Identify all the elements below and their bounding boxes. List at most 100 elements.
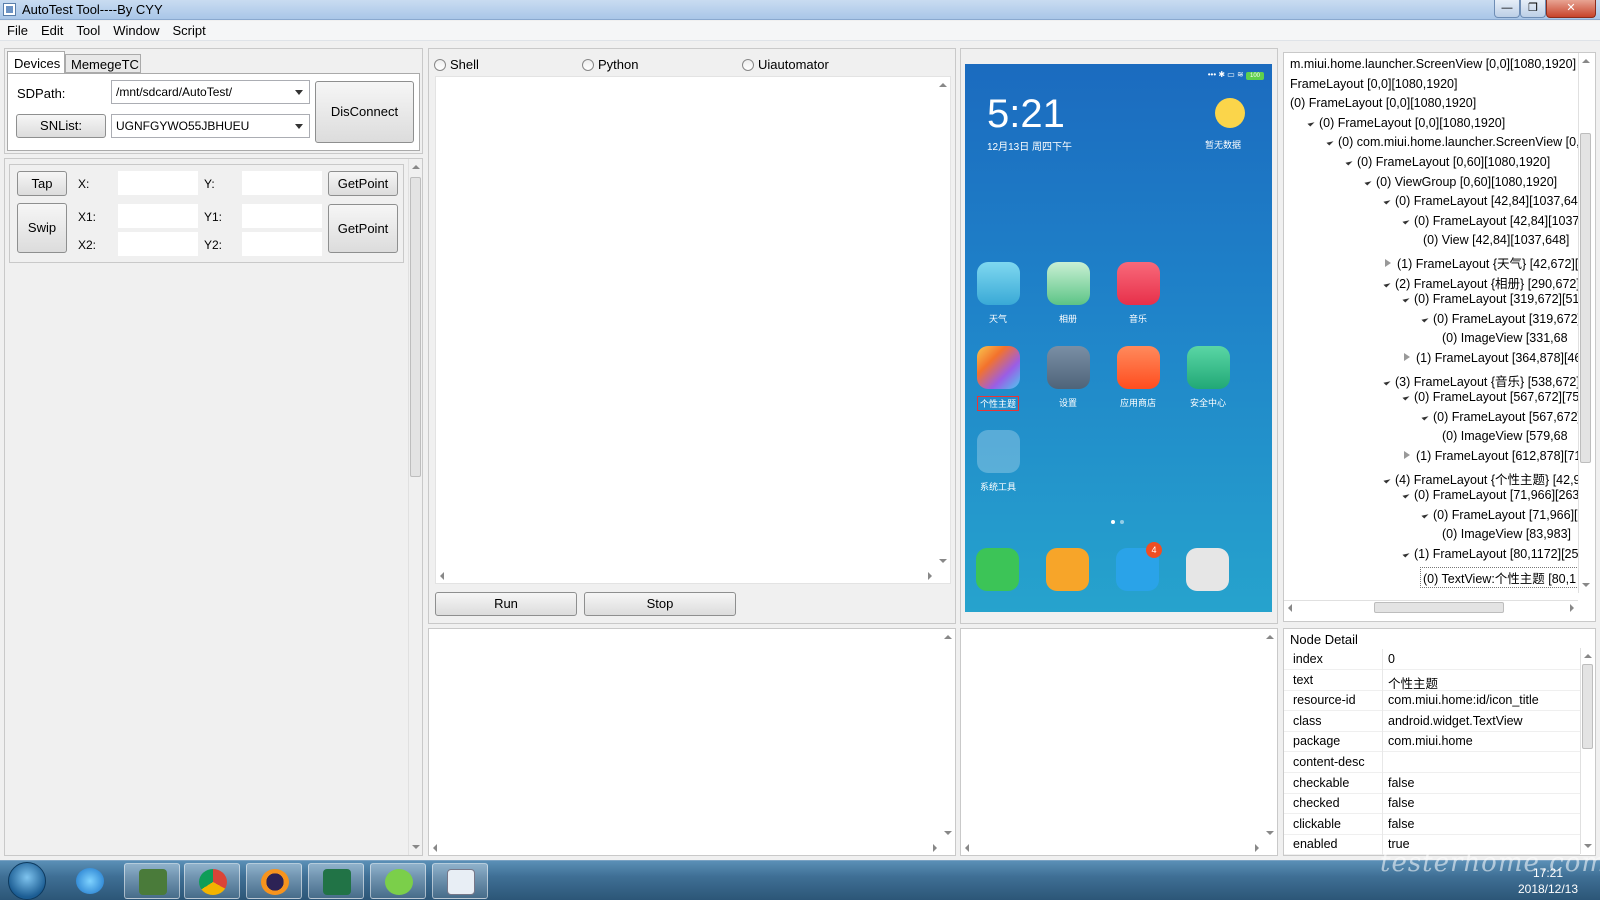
tree-node[interactable]: (0) FrameLayout [0,0][1080,1920]: [1307, 116, 1505, 130]
radio-circle-icon[interactable]: [434, 59, 446, 71]
tree-node[interactable]: (0) ViewGroup [0,60][1080,1920]: [1364, 175, 1557, 189]
scroll-up-icon[interactable]: [1584, 654, 1592, 658]
tree-hscroll[interactable]: [1284, 600, 1578, 614]
scroll-right-icon[interactable]: [933, 844, 937, 852]
scroll-thumb[interactable]: [1582, 664, 1593, 749]
secondary-hscroll[interactable]: [961, 841, 1263, 855]
y-field[interactable]: [242, 171, 322, 195]
tree-node[interactable]: (0) ImageView [83,983]: [1442, 527, 1571, 541]
run-button[interactable]: Run: [435, 592, 577, 616]
tree-node[interactable]: (3) FrameLayout {音乐} [538,672][: [1383, 371, 1583, 390]
start-button[interactable]: [8, 862, 46, 900]
close-button[interactable]: ✕: [1546, 0, 1596, 18]
detail-row[interactable]: checked false: [1284, 793, 1580, 815]
scroll-thumb[interactable]: [1580, 133, 1591, 463]
scroll-left-icon[interactable]: [965, 844, 969, 852]
app-settings[interactable]: 设置: [1037, 346, 1099, 409]
scroll-thumb[interactable]: [410, 177, 421, 477]
tree-node[interactable]: (0) FrameLayout [567,672][75: [1402, 390, 1579, 404]
scroll-up-icon[interactable]: [939, 83, 947, 87]
scroll-up-icon[interactable]: [412, 165, 420, 169]
tree-node[interactable]: (4) FrameLayout {个性主题} [42,96: [1383, 469, 1587, 488]
tree-node[interactable]: (0) FrameLayout [71,966][2: [1421, 508, 1584, 522]
menu-window[interactable]: Window: [106, 21, 165, 38]
detail-row[interactable]: resource-id com.miui.home:id/icon_title: [1284, 690, 1580, 712]
tree-node[interactable]: (0) FrameLayout [0,0][1080,1920]: [1290, 96, 1476, 110]
radio-python[interactable]: Python: [582, 57, 638, 72]
taskbar-internet-explorer[interactable]: [62, 863, 118, 899]
scroll-right-icon[interactable]: [1255, 844, 1259, 852]
expanded-triangle-icon[interactable]: [1402, 393, 1410, 401]
tree-node[interactable]: (0) FrameLayout [42,84][1037,: [1402, 214, 1583, 228]
expanded-triangle-icon[interactable]: [1402, 550, 1410, 558]
taskbar-autotest-tool[interactable]: [432, 863, 488, 899]
app-store[interactable]: 应用商店: [1107, 346, 1169, 409]
snlist-combo[interactable]: UGNFGYWO55JBHUEU: [111, 114, 310, 138]
log-vscroll[interactable]: [941, 629, 955, 841]
expanded-triangle-icon[interactable]: [1383, 476, 1391, 484]
ui-hierarchy-tree[interactable]: m.miui.home.launcher.ScreenView [0,0][10…: [1283, 52, 1596, 622]
expanded-triangle-icon[interactable]: [1345, 158, 1353, 166]
taskbar-eclipse[interactable]: [246, 863, 302, 899]
detail-row[interactable]: package com.miui.home: [1284, 731, 1580, 753]
collapsed-triangle-icon[interactable]: [1385, 259, 1391, 267]
x2-field[interactable]: [118, 232, 198, 256]
tab-devices[interactable]: Devices: [7, 51, 65, 73]
taskbar-wechat[interactable]: [370, 863, 426, 899]
taskbar-chrome[interactable]: [184, 863, 240, 899]
scroll-down-icon[interactable]: [412, 845, 420, 849]
getpoint-swip-button[interactable]: GetPoint: [328, 204, 398, 253]
tree-node[interactable]: (0) FrameLayout [319,672]: [1421, 312, 1581, 326]
expanded-triangle-icon[interactable]: [1364, 178, 1372, 186]
detail-row[interactable]: index 0: [1284, 649, 1580, 670]
app-system-tools[interactable]: 系统工具: [967, 430, 1029, 493]
tree-node[interactable]: (0) ImageView [579,68: [1442, 429, 1568, 443]
tab-memegetc[interactable]: MemegeTC: [65, 54, 141, 73]
stop-button[interactable]: Stop: [584, 592, 736, 616]
scroll-right-icon[interactable]: [928, 572, 932, 580]
detail-vscroll[interactable]: [1580, 648, 1594, 854]
minimize-button[interactable]: —: [1494, 0, 1520, 18]
expanded-triangle-icon[interactable]: [1421, 413, 1429, 421]
radio-uiautomator[interactable]: Uiautomator: [742, 57, 829, 72]
app-gallery[interactable]: 相册: [1037, 262, 1099, 325]
expanded-triangle-icon[interactable]: [1421, 315, 1429, 323]
scroll-down-icon[interactable]: [939, 559, 947, 563]
tree-node[interactable]: (0) FrameLayout [71,966][263,: [1402, 488, 1583, 502]
disconnect-button[interactable]: DisConnect: [315, 81, 414, 143]
tree-node[interactable]: FrameLayout [0,0][1080,1920]: [1290, 77, 1457, 91]
expanded-triangle-icon[interactable]: [1326, 138, 1334, 146]
tree-node[interactable]: (1) FrameLayout [364,878][46: [1404, 351, 1581, 365]
expanded-triangle-icon[interactable]: [1383, 197, 1391, 205]
expanded-triangle-icon[interactable]: [1307, 119, 1315, 127]
scroll-up-icon[interactable]: [944, 635, 952, 639]
phone-icon[interactable]: [976, 548, 1019, 591]
swip-button[interactable]: Swip: [17, 203, 67, 253]
menu-file[interactable]: File: [0, 21, 34, 38]
collapsed-triangle-icon[interactable]: [1404, 353, 1410, 361]
scroll-down-icon[interactable]: [1582, 583, 1590, 587]
editor-vscroll[interactable]: [936, 77, 950, 569]
scroll-down-icon[interactable]: [1266, 831, 1274, 835]
message-icon[interactable]: [1046, 548, 1089, 591]
expanded-triangle-icon[interactable]: [1421, 511, 1429, 519]
tree-node[interactable]: (0) com.miui.home.launcher.ScreenView [0…: [1326, 135, 1580, 149]
taskbar-excel[interactable]: [308, 863, 364, 899]
scroll-down-icon[interactable]: [944, 831, 952, 835]
radio-circle-icon[interactable]: [582, 59, 594, 71]
tree-node[interactable]: (2) FrameLayout {相册} [290,672][: [1383, 273, 1583, 292]
tree-node[interactable]: m.miui.home.launcher.ScreenView [0,0][10…: [1290, 57, 1576, 71]
radio-circle-icon[interactable]: [742, 59, 754, 71]
detail-row[interactable]: text 个性主题: [1284, 669, 1580, 691]
y1-field[interactable]: [242, 204, 322, 228]
expanded-triangle-icon[interactable]: [1402, 295, 1410, 303]
expanded-triangle-icon[interactable]: [1383, 280, 1391, 288]
editor-hscroll[interactable]: [436, 569, 936, 583]
scroll-up-icon[interactable]: [1266, 635, 1274, 639]
output-secondary-panel[interactable]: [960, 628, 1278, 856]
expanded-triangle-icon[interactable]: [1402, 491, 1410, 499]
scroll-up-icon[interactable]: [1582, 59, 1590, 63]
x-field[interactable]: [118, 171, 198, 195]
y2-field[interactable]: [242, 232, 322, 256]
tree-node[interactable]: (0) FrameLayout [42,84][1037,648: [1383, 194, 1585, 208]
